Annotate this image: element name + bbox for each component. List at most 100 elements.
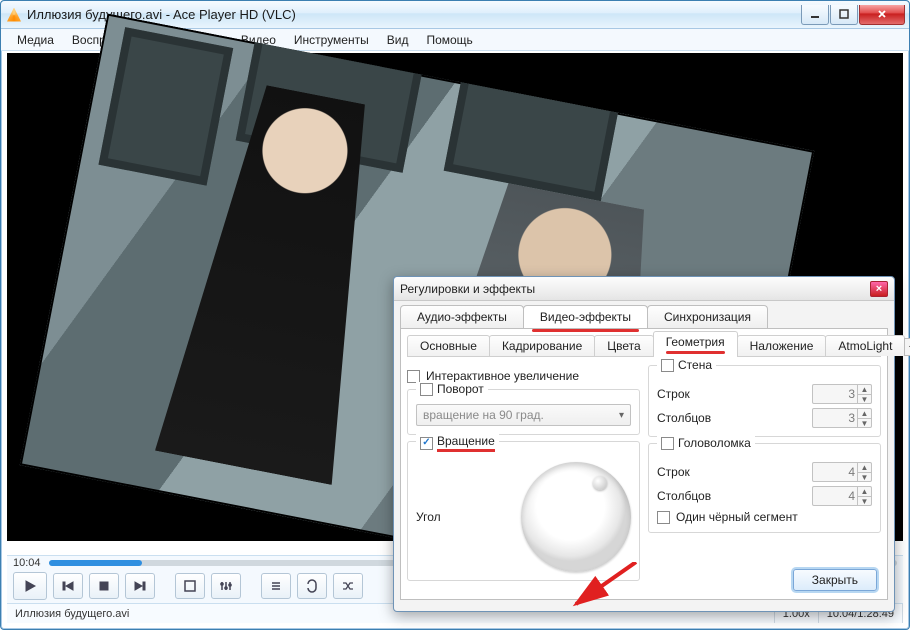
rotate-enable-checkbox[interactable]: [420, 383, 433, 396]
rotation-dial-knob: [593, 476, 607, 490]
dialog-close-button[interactable]: ×: [870, 281, 888, 297]
puzzle-group: Головоломка Строк 4 ▲▼ Столбцов: [648, 443, 881, 533]
puzzle-rows-row: Строк 4 ▲▼: [657, 462, 872, 482]
sub-tabs: Основные Кадрирование Цвета Геометрия На…: [407, 335, 881, 357]
bg-painting: [444, 53, 624, 201]
puzzle-cols-row: Столбцов 4 ▲▼: [657, 486, 872, 506]
rotation-group: Вращение Угол: [407, 441, 640, 581]
step-down-icon[interactable]: ▼: [858, 473, 871, 482]
wall-enable-checkbox[interactable]: [661, 359, 674, 372]
subtab-overlay[interactable]: Наложение: [737, 335, 827, 356]
prev-button[interactable]: [53, 573, 83, 599]
puzzle-cols-value: 4: [848, 489, 855, 503]
rotate-legend: Поворот: [416, 382, 488, 396]
wall-legend-label: Стена: [678, 358, 712, 372]
highlight-underline: [532, 329, 639, 332]
tab-sync[interactable]: Синхронизация: [647, 305, 768, 328]
tab-audio-effects[interactable]: Аудио-эффекты: [400, 305, 524, 328]
puzzle-rows-label: Строк: [657, 465, 806, 479]
subtab-scroll: ◂ ▸: [904, 338, 910, 356]
rotation-dial[interactable]: [521, 462, 631, 572]
elapsed-time: 10:04: [13, 557, 41, 569]
close-button[interactable]: [859, 5, 905, 25]
seek-progress: [49, 560, 142, 566]
maximize-button[interactable]: [830, 5, 858, 25]
wall-legend: Стена: [657, 358, 716, 372]
subtab-crop[interactable]: Кадрирование: [489, 335, 595, 356]
wall-rows-label: Строк: [657, 387, 806, 401]
rotate-group: Поворот вращение на 90 град. ▾: [407, 389, 640, 435]
subtab-geometry-label: Геометрия: [666, 335, 725, 349]
subtab-basic[interactable]: Основные: [407, 335, 490, 356]
pane-left: Интерактивное увеличение Поворот вращени…: [407, 365, 640, 569]
black-segment-checkbox[interactable]: [657, 511, 670, 524]
black-segment-label: Один чёрный сегмент: [676, 510, 798, 524]
dialog-body: Основные Кадрирование Цвета Геометрия На…: [400, 328, 888, 600]
app-icon: [7, 8, 21, 22]
top-tabs: Аудио-эффекты Видео-эффекты Синхронизаци…: [394, 301, 894, 328]
interactive-zoom-label: Интерактивное увеличение: [426, 369, 579, 383]
subtab-atmolight[interactable]: AtmoLight: [825, 335, 905, 356]
window-buttons: [800, 5, 905, 25]
ext-settings-button[interactable]: [211, 573, 241, 599]
interactive-zoom-checkbox[interactable]: [407, 370, 420, 383]
shuffle-button[interactable]: [333, 573, 363, 599]
step-up-icon[interactable]: ▲: [858, 385, 871, 395]
wall-group: Стена Строк 3 ▲▼ Столбцов 3: [648, 365, 881, 437]
wall-rows-row: Строк 3 ▲▼: [657, 384, 872, 404]
rotation-dial-row: Угол: [416, 462, 631, 572]
menu-media[interactable]: Медиа: [9, 31, 62, 49]
subtab-colors[interactable]: Цвета: [594, 335, 653, 356]
chevron-down-icon: ▾: [619, 410, 624, 421]
interactive-zoom-row: Интерактивное увеличение: [407, 369, 640, 383]
menu-view[interactable]: Вид: [379, 31, 417, 49]
wall-cols-value: 3: [848, 411, 855, 425]
puzzle-enable-checkbox[interactable]: [661, 437, 674, 450]
puzzle-rows-value: 4: [848, 465, 855, 479]
step-up-icon[interactable]: ▲: [858, 487, 871, 497]
dialog-titlebar: Регулировки и эффекты ×: [394, 277, 894, 301]
dialog-close-main-button[interactable]: Закрыть: [793, 569, 877, 591]
tab-video-effects[interactable]: Видео-эффекты: [523, 305, 648, 328]
angle-label: Угол: [416, 510, 441, 524]
wall-cols-row: Столбцов 3 ▲▼: [657, 408, 872, 428]
highlight-underline: [666, 351, 725, 354]
step-down-icon[interactable]: ▼: [858, 497, 871, 506]
puzzle-legend-label: Головоломка: [678, 436, 751, 450]
loop-button[interactable]: [297, 573, 327, 599]
pane-right: Стена Строк 3 ▲▼ Столбцов 3: [648, 365, 881, 569]
subtab-scroll-left[interactable]: ◂: [904, 338, 910, 356]
geometry-panes: Интерактивное увеличение Поворот вращени…: [407, 357, 881, 569]
rotation-legend-label: Вращение: [437, 434, 495, 452]
black-segment-row: Один чёрный сегмент: [657, 510, 872, 524]
bg-painting: [99, 27, 234, 185]
menu-tools[interactable]: Инструменты: [286, 31, 377, 49]
rotate-select-value: вращение на 90 град.: [423, 408, 544, 422]
tab-video-effects-label: Видео-эффекты: [540, 310, 631, 324]
wall-rows-stepper[interactable]: 3 ▲▼: [812, 384, 872, 404]
wall-cols-label: Столбцов: [657, 411, 806, 425]
rotate-select[interactable]: вращение на 90 град. ▾: [416, 404, 631, 426]
stop-button[interactable]: [89, 573, 119, 599]
rotation-legend: Вращение: [416, 434, 499, 452]
wall-rows-value: 3: [848, 387, 855, 401]
step-up-icon[interactable]: ▲: [858, 463, 871, 473]
next-button[interactable]: [125, 573, 155, 599]
menu-help[interactable]: Помощь: [418, 31, 480, 49]
step-up-icon[interactable]: ▲: [858, 409, 871, 419]
fullscreen-button[interactable]: [175, 573, 205, 599]
playlist-button[interactable]: [261, 573, 291, 599]
puzzle-rows-stepper[interactable]: 4 ▲▼: [812, 462, 872, 482]
rotate-legend-label: Поворот: [437, 382, 484, 396]
dialog-title: Регулировки и эффекты: [400, 282, 535, 296]
rotation-enable-checkbox[interactable]: [420, 437, 433, 450]
main-window: Иллюзия будущего.avi - Ace Player HD (VL…: [0, 0, 910, 630]
puzzle-legend: Головоломка: [657, 436, 755, 450]
subtab-geometry[interactable]: Геометрия: [653, 331, 738, 357]
step-down-icon[interactable]: ▼: [858, 395, 871, 404]
puzzle-cols-stepper[interactable]: 4 ▲▼: [812, 486, 872, 506]
play-button[interactable]: [13, 572, 47, 600]
wall-cols-stepper[interactable]: 3 ▲▼: [812, 408, 872, 428]
step-down-icon[interactable]: ▼: [858, 419, 871, 428]
minimize-button[interactable]: [801, 5, 829, 25]
